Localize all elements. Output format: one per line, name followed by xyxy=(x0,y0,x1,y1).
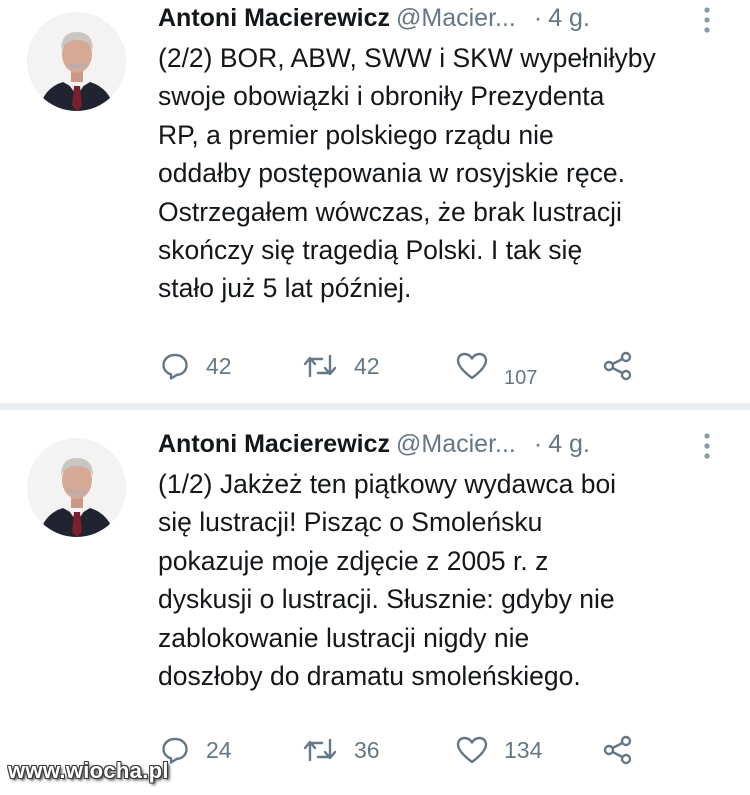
tweet-text-line: pokazuje moje zdjęcie z 2005 r. z xyxy=(158,545,549,576)
reply-count: 24 xyxy=(206,736,232,763)
retweet-icon xyxy=(303,354,337,378)
author-handle[interactable]: @Macier... xyxy=(396,430,516,458)
author-name[interactable]: Antoni Macierewicz xyxy=(158,4,390,32)
separator-dot: · xyxy=(533,4,543,32)
like-icon xyxy=(456,352,488,380)
tweet-text-line: zablokowanie lustracji nigdy nie xyxy=(158,622,530,653)
reply-count: 42 xyxy=(206,352,232,379)
tweet-text-line: oddałby postępowania w rosyjskie ręce. xyxy=(158,158,625,189)
more-options-icon[interactable] xyxy=(704,432,710,460)
tweet-divider xyxy=(0,403,750,410)
author-name[interactable]: Antoni Macierewicz xyxy=(158,430,390,458)
like-button[interactable]: 134 xyxy=(456,730,542,770)
author-handle[interactable]: @Macier... xyxy=(396,4,516,32)
tweet-actions: 42 42 107 xyxy=(160,346,660,389)
tweet-text-line: doszłoby do dramatu smoleńskiego. xyxy=(158,661,581,692)
reply-button[interactable]: 24 xyxy=(160,730,232,770)
share-button[interactable] xyxy=(602,346,634,386)
tweet-text-line: dyskusji o lustracji. Słusznie: gdyby ni… xyxy=(158,584,615,615)
reply-button[interactable]: 42 xyxy=(160,346,232,386)
tweet-header: Antoni Macierewicz @Macier... · 4 g. xyxy=(158,0,730,36)
like-count: 134 xyxy=(504,736,543,763)
tweet-text-line: (2/2) BOR, ABW, SWW i SKW wypełniłyby xyxy=(158,43,656,73)
tweet[interactable]: Antoni Macierewicz @Macier... · 4 g. (1/2) … xyxy=(0,410,750,795)
separator-dot: · xyxy=(533,430,543,458)
share-button[interactable] xyxy=(602,730,634,770)
tweet-text: (1/2) Jakżeż ten piątkowy wydawca boi si… xyxy=(158,465,738,695)
share-icon xyxy=(603,351,632,381)
timestamp[interactable]: 4 g. xyxy=(548,430,590,458)
tweet-text-line: się lustracji! Pisząc o Smoleńsku xyxy=(158,507,543,538)
like-button[interactable]: 107 xyxy=(456,346,537,389)
tweet-actions: 24 36 134 xyxy=(160,730,660,770)
site-watermark: www.wiocha.pl xyxy=(8,758,169,783)
tweet-text-line: Ostrzegałem wówczas, że brak lustracji xyxy=(158,196,622,227)
timestamp[interactable]: 4 g. xyxy=(548,4,590,32)
retweet-icon xyxy=(303,738,337,762)
more-options-icon[interactable] xyxy=(704,6,710,34)
retweet-button[interactable]: 36 xyxy=(302,730,380,770)
tweet-text-line: skończy się tragedią Polski. I tak się xyxy=(158,235,583,266)
retweet-count: 42 xyxy=(354,352,380,379)
like-count: 107 xyxy=(504,366,538,389)
tweet-text-line: RP, a premier polskiego rządu nie xyxy=(158,119,554,150)
tweet-text: (2/2) BOR, ABW, SWW i SKW wypełniłyby sw… xyxy=(158,39,738,308)
like-icon xyxy=(456,736,488,764)
avatar[interactable] xyxy=(27,438,126,537)
reply-icon xyxy=(162,353,188,380)
retweet-button[interactable]: 42 xyxy=(302,346,380,386)
avatar[interactable] xyxy=(27,12,126,111)
tweet-header: Antoni Macierewicz @Macier... · 4 g. xyxy=(158,426,730,462)
tweet-text-line: (1/2) Jakżeż ten piątkowy wydawca boi xyxy=(158,469,617,499)
tweet[interactable]: Antoni Macierewicz @Macier... · 4 g. (2/2) … xyxy=(0,0,750,403)
tweet-text-line: swoje obowiązki i obroniły Prezydenta xyxy=(158,81,605,112)
share-icon xyxy=(603,735,632,765)
tweet-text-line: stało już 5 lat później. xyxy=(158,273,412,304)
retweet-count: 36 xyxy=(354,736,380,763)
